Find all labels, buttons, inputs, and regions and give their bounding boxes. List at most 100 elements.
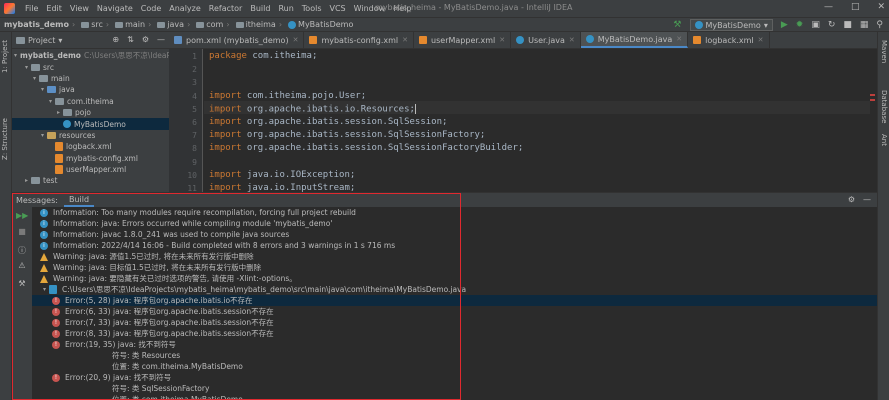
code-line[interactable]: import java.io.IOException; [209, 170, 355, 180]
editor-scrollbar[interactable] [870, 49, 877, 192]
minimize-icon[interactable]: — [824, 2, 833, 12]
collapse-icon[interactable]: ⇅ [127, 35, 134, 44]
maximize-icon[interactable]: □ [851, 2, 860, 12]
tree-item[interactable]: ▾ main [12, 73, 169, 84]
code-line[interactable]: import org.apache.ibatis.session.SqlSess… [209, 130, 485, 140]
editor-tab[interactable]: pom.xml (mybatis_demo) ✕ [169, 32, 305, 48]
code-line[interactable]: import org.apache.ibatis.io.Resources; [209, 103, 416, 114]
error-marker[interactable] [870, 94, 875, 96]
build-message[interactable]: ▾ C:\Users\思思不凉\IdeaProjects\mybatis_heim… [32, 284, 877, 295]
breadcrumb-item[interactable]: › com [184, 20, 223, 29]
build-message[interactable]: ! Error:(5, 28) java: 程序包org.apache.ibati… [32, 295, 877, 306]
menu-item-vcs[interactable]: VCS [326, 4, 350, 13]
expanded-arrow-icon[interactable]: ▾ [46, 98, 55, 105]
hide-icon[interactable]: — [863, 195, 871, 204]
collapsed-arrow-icon[interactable]: ▸ [54, 109, 63, 116]
rerun-icon[interactable]: ▶▶ [16, 211, 28, 223]
project-structure-icon[interactable]: ▦ [860, 20, 869, 30]
search-everywhere-icon[interactable]: ⚲ [876, 20, 883, 30]
build-message[interactable]: ! Error:(19, 35) java: 找不到符号 [32, 339, 877, 350]
build-message[interactable]: Warning: java: 目标值1.5已过时, 将在未来所有发行版中删除 [32, 262, 877, 273]
tree-item[interactable]: ▸ test [12, 175, 169, 186]
stop-icon[interactable]: ■ [843, 20, 852, 30]
editor-tab[interactable]: logback.xml ✕ [688, 32, 770, 48]
build-message[interactable]: i Information: java: Errors occurred whil… [32, 218, 877, 229]
code-line[interactable]: import org.apache.ibatis.session.SqlSess… [209, 143, 523, 153]
build-message[interactable]: Warning: java: 要隐藏有关已过时选项的警告, 请使用 -Xlint… [32, 273, 877, 284]
build-message[interactable]: ! Error:(6, 33) java: 程序包org.apache.ibati… [32, 306, 877, 317]
menu-item-code[interactable]: Code [137, 4, 165, 13]
menu-item-run[interactable]: Run [274, 4, 297, 13]
stop-icon[interactable]: ■ [16, 227, 28, 239]
build-message[interactable]: i Information: Too many modules require r… [32, 207, 877, 218]
build-message[interactable]: ! Error:(7, 33) java: 程序包org.apache.ibati… [32, 317, 877, 328]
editor-tab[interactable]: mybatis-config.xml ✕ [304, 32, 415, 48]
chevron-down-icon[interactable]: ▾ [58, 36, 62, 45]
locate-icon[interactable]: ⊕ [112, 35, 119, 44]
hide-icon[interactable]: — [157, 35, 165, 44]
breadcrumb-item[interactable]: › MyBatisDemo [276, 20, 354, 29]
close-tab-icon[interactable]: ✕ [402, 36, 408, 44]
tree-item[interactable]: ▸ pojo [12, 107, 169, 118]
code-editor[interactable]: 1 2 3 4 5 6 7 8 9 10 11 package com.itheima; import… [169, 49, 877, 192]
build-message[interactable]: 符号: 类 SqlSessionFactory [32, 383, 877, 394]
expanded-arrow-icon[interactable]: ▾ [38, 86, 47, 93]
breadcrumb-item[interactable]: mybatis_demo [4, 20, 69, 29]
coverage-icon[interactable]: ▣ [811, 20, 820, 30]
build-message[interactable]: ! Error:(8, 33) java: 程序包org.apache.ibati… [32, 328, 877, 339]
tab-database[interactable]: Database [880, 90, 888, 123]
gear-icon[interactable]: ⚙ [142, 35, 149, 44]
project-panel-title[interactable]: Project [28, 36, 55, 45]
build-message[interactable]: 位置: 类 com.itheima.MyBatisDemo [32, 394, 877, 400]
breadcrumb-item[interactable]: › java [145, 20, 184, 29]
code-line[interactable]: import java.io.InputStream; [209, 183, 355, 192]
code-line[interactable]: import com.itheima.pojo.User; [209, 91, 366, 101]
close-tab-icon[interactable]: ✕ [676, 35, 682, 43]
tree-item[interactable]: ▾ java [12, 84, 169, 95]
tree-item[interactable]: mybatis-config.xml [12, 153, 169, 164]
close-tab-icon[interactable]: ✕ [293, 36, 299, 44]
error-marker[interactable] [870, 99, 875, 101]
tab-maven[interactable]: Maven [880, 40, 888, 63]
expanded-arrow-icon[interactable]: ▾ [30, 75, 39, 82]
show-warnings-icon[interactable]: ⚠ [16, 261, 28, 273]
tab-structure[interactable]: Z: Structure [1, 118, 9, 160]
tab-build[interactable]: Build [63, 193, 95, 207]
code-line[interactable]: import org.apache.ibatis.session.SqlSess… [209, 117, 447, 127]
gear-icon[interactable]: ⚙ [848, 195, 855, 204]
close-tab-icon[interactable]: ✕ [499, 36, 505, 44]
breadcrumb-item[interactable]: › main [103, 20, 145, 29]
menu-item-tools[interactable]: Tools [298, 4, 326, 13]
build-hammer-icon[interactable]: ⚒ [673, 20, 681, 30]
close-tab-icon[interactable]: ✕ [569, 36, 575, 44]
breadcrumb-item[interactable]: › itheima [223, 20, 275, 29]
wrench-icon[interactable]: ⚒ [16, 279, 28, 291]
tree-item[interactable]: ▾ mybatis_demo C:\Users\思思不凉\IdeaProject [12, 50, 192, 61]
debug-icon[interactable]: ✹ [796, 20, 804, 30]
breadcrumb-item[interactable]: › src [69, 20, 103, 29]
build-message[interactable]: i Information: 2022/4/14 16:06 - Build co… [32, 240, 877, 251]
expanded-arrow-icon[interactable]: ▾ [14, 52, 17, 59]
menu-item-edit[interactable]: Edit [42, 4, 66, 13]
expanded-arrow-icon[interactable]: ▾ [38, 132, 47, 139]
expanded-arrow-icon[interactable]: ▾ [22, 64, 31, 71]
expanded-arrow-icon[interactable]: ▾ [40, 286, 49, 293]
menu-item-build[interactable]: Build [246, 4, 274, 13]
editor-tab[interactable]: userMapper.xml ✕ [414, 32, 512, 48]
menu-item-analyze[interactable]: Analyze [165, 4, 205, 13]
tree-item[interactable]: userMapper.xml [12, 164, 169, 175]
build-message[interactable]: 位置: 类 com.itheima.MyBatisDemo [32, 361, 877, 372]
run-icon[interactable]: ▶ [781, 20, 788, 30]
editor-tab[interactable]: MyBatisDemo.java ✕ [580, 32, 689, 48]
collapsed-arrow-icon[interactable]: ▸ [22, 177, 31, 184]
close-tab-icon[interactable]: ✕ [758, 36, 764, 44]
tree-item[interactable]: ▾ resources [12, 130, 169, 141]
show-errors-icon[interactable]: ⓘ [16, 245, 28, 257]
menu-item-file[interactable]: File [21, 4, 42, 13]
run-config-selector[interactable]: MyBatisDemo ▾ [689, 19, 773, 31]
menu-item-navigate[interactable]: Navigate [93, 4, 137, 13]
menu-item-refactor[interactable]: Refactor [205, 4, 247, 13]
editor-tab[interactable]: User.java ✕ [511, 32, 581, 48]
menu-item-view[interactable]: View [66, 4, 93, 13]
profile-icon[interactable]: ↻ [828, 20, 836, 30]
